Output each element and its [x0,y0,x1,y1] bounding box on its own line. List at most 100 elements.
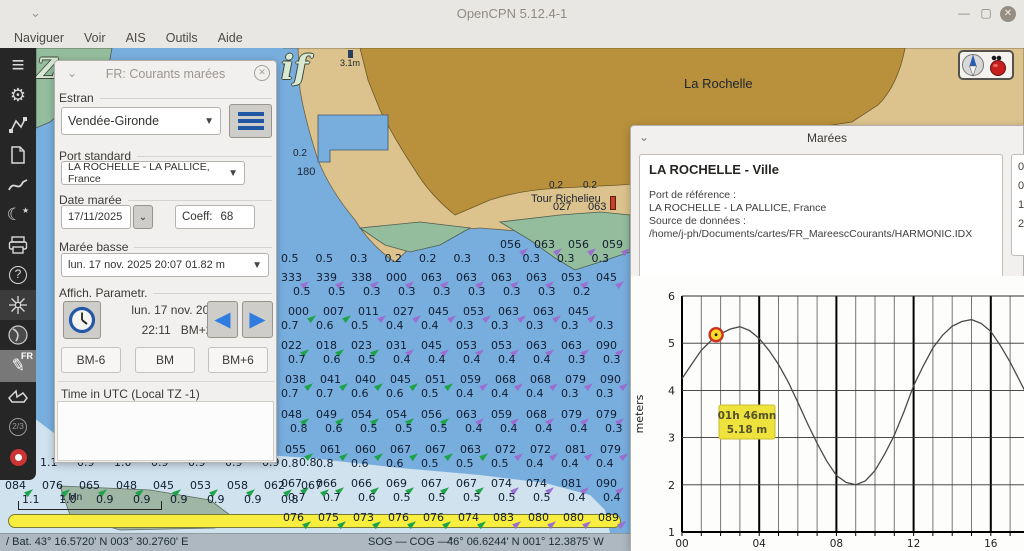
current-speed-value: 1.0 [59,493,77,506]
tide-curve-chart[interactable]: 1234560004081216UTC +01:00meters01h 46mn… [631,276,1024,551]
current-speed-value: 0.3 [523,252,541,265]
bm-plus-6-button[interactable]: BM+6 [208,347,268,373]
current-speed-value: 0.4 [535,422,553,435]
current-direction-value: 069 [386,477,407,490]
help-icon[interactable]: ? [0,260,36,290]
ownship-position: 46° 06.6244' N 001° 12.3875' W [447,536,604,548]
svg-text:5: 5 [668,337,675,350]
current-speed-value: 0.2 [573,285,591,298]
current-direction-value: 055 [285,443,306,456]
boat-icon[interactable] [0,382,36,412]
current-direction-value: 061 [320,443,341,456]
svg-text:16: 16 [984,538,998,550]
svg-text:5.18 m: 5.18 m [727,424,768,436]
current-direction-value: 059 [602,238,623,251]
window-title: OpenCPN 5.12.4-1 [0,6,1024,21]
dialog-close-icon[interactable]: ✕ [254,65,270,81]
route-icon[interactable] [0,110,36,140]
previous-arrow-button[interactable]: ◀ [207,301,238,338]
svg-text:00: 00 [675,538,688,550]
current-direction-value: 053 [190,479,211,492]
current-direction-value: 018 [316,339,337,352]
dialog-header: ⌄ FR: Courants marées ✕ [55,61,276,87]
scale-2-3-icon[interactable]: 2/3 [0,412,36,442]
menu-item-voir[interactable]: Voir [74,31,116,45]
current-direction-value: 076 [388,511,409,524]
tide-event-row: 1 [1018,196,1024,215]
map-label: 3.1m [340,58,360,68]
current-direction-value: 074 [458,511,479,524]
mob-lifebuoy-icon[interactable] [0,442,36,472]
maximize-button[interactable]: ▢ [978,6,994,22]
menubar: NaviguerVoirAISOutilsAide [0,28,1024,48]
compass-gps-widget[interactable] [958,50,1014,80]
close-button[interactable]: ✕ [1000,6,1016,22]
night-mode-icon[interactable]: ☾★ [0,200,36,230]
current-direction-value: 090 [600,373,621,386]
current-speed-value: 0.3 [538,285,556,298]
fr-currents-icon[interactable]: ✎FR [0,350,36,382]
menu-item-ais[interactable]: AIS [116,31,156,45]
binoculars-icon [992,56,997,61]
data-source-value: /home/j-ph/Documents/cartes/FR_MareescCo… [649,228,993,241]
print-icon[interactable] [0,230,36,260]
clock-button[interactable] [63,301,101,339]
bm-button[interactable]: BM [135,347,195,373]
current-speed-value: 0.4 [393,353,411,366]
current-direction-value: 051 [425,373,446,386]
menu-item-outils[interactable]: Outils [156,31,208,45]
current-direction-value: 041 [320,373,341,386]
current-speed-value: 0.5 [328,285,346,298]
settings-gear-icon[interactable]: ⚙ [0,80,36,110]
tide-event-row: 0 [1018,177,1024,196]
tide-event-row: 2 [1018,215,1024,234]
chevron-down-icon: ▼ [252,260,262,271]
current-direction-value: 063 [534,238,555,251]
timezone-note: Time in UTC (Local TZ -1) [61,387,200,401]
current-speed-value: 0.5 [463,491,481,504]
current-direction-value: 080 [563,511,584,524]
current-direction-value: 038 [285,373,306,386]
globe-icon[interactable] [0,320,36,350]
current-direction-value: 063 [526,271,547,284]
coeff-field[interactable]: Coeff:68 [175,205,255,229]
menu-icon[interactable]: ≡ [0,50,36,80]
current-speed-value: 0.4 [526,457,544,470]
current-direction-value: 079 [600,443,621,456]
map-label: 0.2 [293,148,307,159]
track-icon[interactable] [0,170,36,200]
next-arrow-button[interactable]: ▶ [242,301,273,338]
current-direction-value: 053 [491,339,512,352]
reference-port-value: LA ROCHELLE - LA PALLICE, France [649,202,993,215]
date-dropdown-button[interactable]: ⌄ [133,205,153,229]
titlebar: ⌄ OpenCPN 5.12.4-1 — ▢ ✕ [0,0,1024,28]
chevron-down-icon: ▼ [228,168,238,179]
current-speed-value: 0.6 [358,491,376,504]
estran-list-button[interactable] [229,104,272,138]
tide-date-input[interactable]: 17/11/2025 [61,205,131,229]
estran-select[interactable]: Vendée-Gironde▼ [61,107,221,135]
menu-item-aide[interactable]: Aide [208,31,253,45]
bm-minus-6-button[interactable]: BM-6 [61,347,121,373]
current-speed-value: 0.5 [351,319,369,332]
current-speed-value: 0.3 [596,319,614,332]
map-label: La Rochelle [684,76,753,91]
port-standard-select[interactable]: LA ROCHELLE - LA PALLICE, France▼ [61,161,245,185]
current-direction-value: 090 [596,477,617,490]
plugin-burst-icon[interactable] [0,290,36,320]
current-speed-value: 0.7 [316,387,334,400]
chart-document-icon[interactable] [0,140,36,170]
menu-item-naviguer[interactable]: Naviguer [4,31,74,45]
clock-icon [68,306,96,334]
main-toolbar: ≡⚙ ☾★? ✎FR 2/3 [0,48,36,480]
current-direction-value: 059 [460,373,481,386]
current-speed-value: 0.4 [498,353,516,366]
current-speed-value: 0.2 [385,252,403,265]
minimize-button[interactable]: — [956,6,972,22]
current-direction-value: 063 [498,305,519,318]
reference-port-label: Port de référence : [649,189,993,202]
current-speed-value: 0.5 [293,285,311,298]
maree-basse-select[interactable]: lun. 17 nov. 2025 20:07 01.82 m▼ [61,253,269,277]
map-label: 063 [588,201,606,213]
tour-richelieu-beacon-icon [610,196,616,210]
